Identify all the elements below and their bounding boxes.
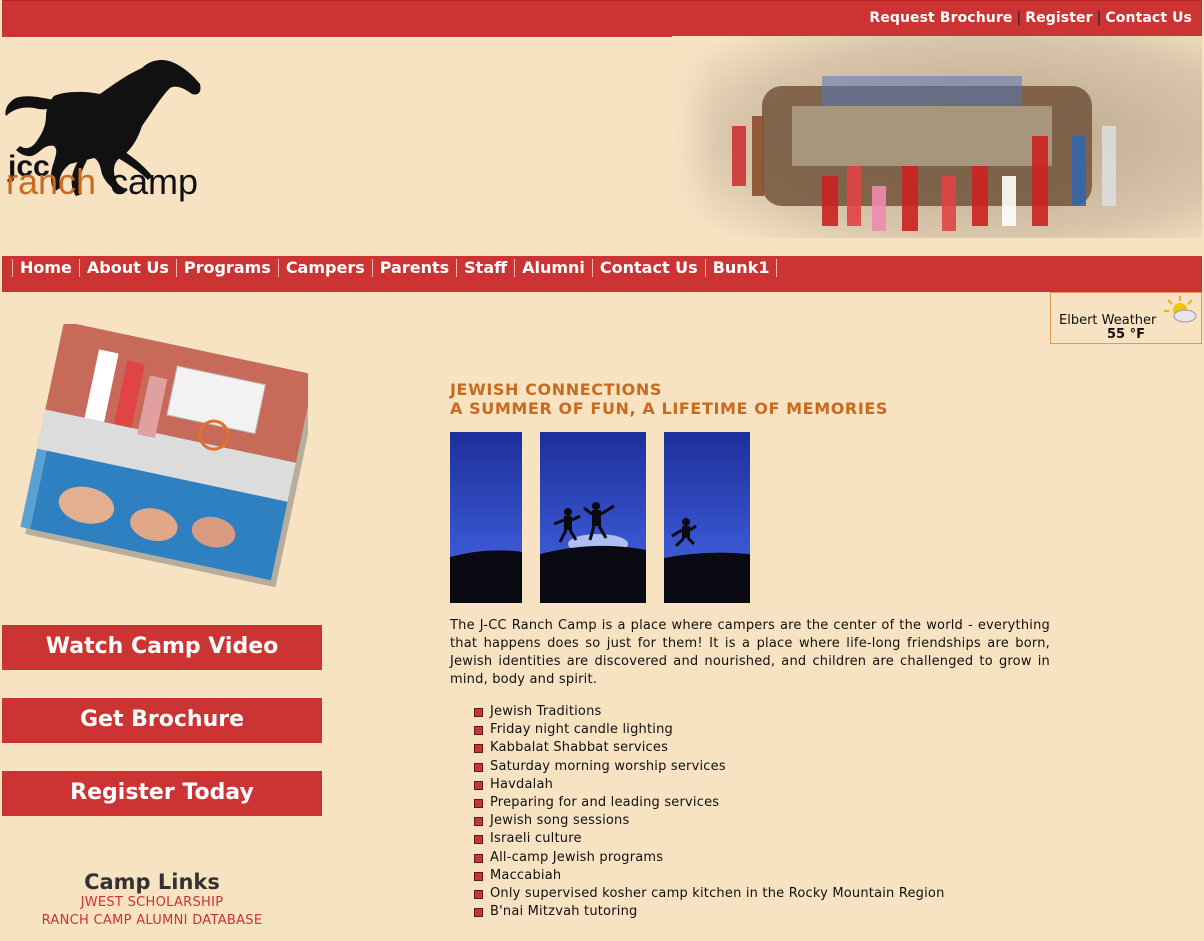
headline-line-1: JEWISH CONNECTIONS	[450, 380, 662, 399]
nav-staff[interactable]: Staff	[456, 259, 514, 277]
register-link[interactable]: Register	[1025, 10, 1092, 26]
logo-text-ranch: ranch	[6, 161, 96, 202]
jumping-campers-image	[450, 432, 750, 603]
nav-about-us[interactable]: About Us	[78, 259, 176, 277]
alumni-database-link[interactable]: RANCH CAMP ALUMNI DATABASE	[2, 912, 302, 930]
nav-bunk1[interactable]: Bunk1	[704, 259, 778, 277]
horse-logo-icon: jcc ranch camp	[5, 60, 201, 202]
hero-photo	[672, 36, 1202, 238]
list-item: Maccabiah	[474, 867, 945, 885]
nav-parents[interactable]: Parents	[371, 259, 456, 277]
panel-left	[450, 432, 522, 603]
camp-pool-photo	[8, 321, 320, 590]
jewish-programs-list: Jewish Traditions Friday night candle li…	[474, 703, 945, 921]
nav-contact-us[interactable]: Contact Us	[591, 259, 705, 277]
list-item: Jewish Traditions	[474, 703, 945, 721]
list-item: Preparing for and leading services	[474, 794, 945, 812]
page-headline: JEWISH CONNECTIONS A SUMMER OF FUN, A LI…	[450, 380, 888, 418]
list-item: Jewish song sessions	[474, 812, 945, 830]
weather-temperature: 55 °F	[1107, 327, 1145, 342]
intro-paragraph: The J-CC Ranch Camp is a place where cam…	[450, 618, 1050, 687]
top-links: Request Brochure | Register | Contact Us	[869, 10, 1192, 26]
main-nav: Home About Us Programs Campers Parents S…	[12, 256, 778, 280]
separator: |	[1096, 10, 1102, 26]
nav-programs[interactable]: Programs	[175, 259, 278, 277]
main-nav-bar: Home About Us Programs Campers Parents S…	[2, 256, 1202, 292]
list-item: Saturday morning worship services	[474, 758, 945, 776]
headline-line-2: A SUMMER OF FUN, A LIFETIME OF MEMORIES	[450, 399, 889, 418]
watch-camp-video-button[interactable]: Watch Camp Video	[2, 625, 322, 670]
list-item: Kabbalat Shabbat services	[474, 739, 945, 757]
nav-home[interactable]: Home	[12, 259, 79, 277]
panel-right	[664, 432, 750, 603]
list-item: Friday night candle lighting	[474, 721, 945, 739]
camp-links: Camp Links JWEST SCHOLARSHIP RANCH CAMP …	[2, 870, 302, 930]
list-item: All-camp Jewish programs	[474, 849, 945, 867]
logo-text-camp: camp	[110, 161, 198, 202]
weather-widget[interactable]: Elbert Weather 55 °F	[1050, 292, 1202, 344]
top-bar: Request Brochure | Register | Contact Us	[2, 0, 1202, 37]
list-item: Havdalah	[474, 776, 945, 794]
register-today-button[interactable]: Register Today	[2, 771, 322, 816]
list-item: Israeli culture	[474, 830, 945, 848]
request-brochure-link[interactable]: Request Brochure	[869, 10, 1012, 26]
weather-location: Elbert Weather	[1059, 313, 1157, 328]
get-brochure-button[interactable]: Get Brochure	[2, 698, 322, 743]
nav-alumni[interactable]: Alumni	[514, 259, 592, 277]
nav-campers[interactable]: Campers	[277, 259, 372, 277]
camp-links-title: Camp Links	[84, 870, 220, 894]
list-item: B'nai Mitzvah tutoring	[474, 903, 945, 921]
separator: |	[1016, 10, 1022, 26]
contact-us-link[interactable]: Contact Us	[1105, 10, 1192, 26]
partly-cloudy-icon	[1164, 296, 1197, 323]
panel-center	[540, 432, 646, 603]
site-logo[interactable]: jcc ranch camp	[2, 54, 207, 214]
jwest-scholarship-link[interactable]: JWEST SCHOLARSHIP	[2, 894, 302, 912]
list-item: Only supervised kosher camp kitchen in t…	[474, 885, 945, 903]
